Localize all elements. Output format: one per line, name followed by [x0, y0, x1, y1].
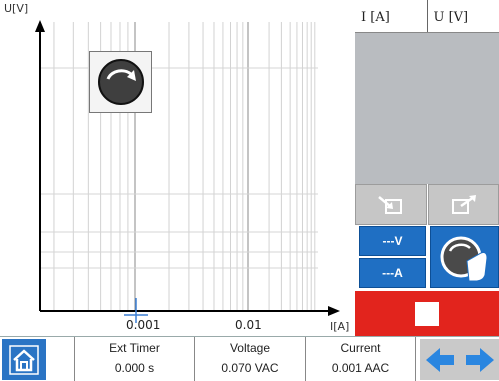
status-voltage: Voltage 0.070 VAC [194, 337, 305, 381]
column-header-voltage: U [V] [433, 10, 469, 25]
timer-value: 0.000 s [114, 361, 155, 375]
results-table[interactable]: I [A] U [V] [355, 0, 499, 184]
current-label: Current [340, 341, 381, 355]
status-bar: Ext Timer 0.000 s Voltage 0.070 VAC Curr… [0, 336, 499, 381]
stop-icon [415, 301, 439, 326]
rotate-knob-icon [97, 59, 144, 105]
voltage-value: 0.070 VAC [221, 361, 279, 375]
stop-button[interactable] [355, 291, 499, 336]
status-timer: Ext Timer 0.000 s [74, 337, 194, 381]
rotate-knob-button[interactable] [89, 51, 152, 113]
import-button[interactable] [355, 184, 427, 225]
arrow-left-icon [426, 347, 454, 372]
previous-button[interactable] [420, 339, 460, 380]
chart-area: U[V] I[A] 0.001 0.01 [0, 0, 355, 336]
voltage-range-button[interactable]: ---V [359, 226, 426, 256]
y-axis-label: U[V] [4, 2, 29, 15]
next-button[interactable] [460, 339, 499, 380]
x-axis-label: I[A] [330, 320, 350, 333]
export-button[interactable] [428, 184, 499, 225]
chart-svg [35, 20, 340, 323]
current-value: 0.001 AAC [331, 361, 390, 375]
knob-hand-icon [440, 236, 488, 282]
voltage-label: Voltage [229, 341, 271, 355]
y-axis-arrow [35, 20, 45, 32]
x-tick-label: 0.001 [126, 318, 161, 332]
current-range-button[interactable]: ---A [359, 258, 426, 288]
timer-label: Ext Timer [109, 341, 160, 355]
column-header-current: I [A] [355, 0, 428, 32]
home-button[interactable] [2, 339, 46, 380]
knob-control-button[interactable] [430, 226, 499, 288]
x-axis-arrow [328, 306, 340, 316]
home-icon [9, 344, 39, 375]
x-tick-label: 0.01 [235, 318, 262, 332]
results-table-header: I [A] U [V] [355, 0, 499, 33]
chart-grid [40, 22, 318, 311]
import-icon [378, 195, 402, 214]
export-icon [451, 194, 476, 214]
arrow-right-icon [466, 347, 494, 372]
status-current: Current 0.001 AAC [305, 337, 416, 381]
